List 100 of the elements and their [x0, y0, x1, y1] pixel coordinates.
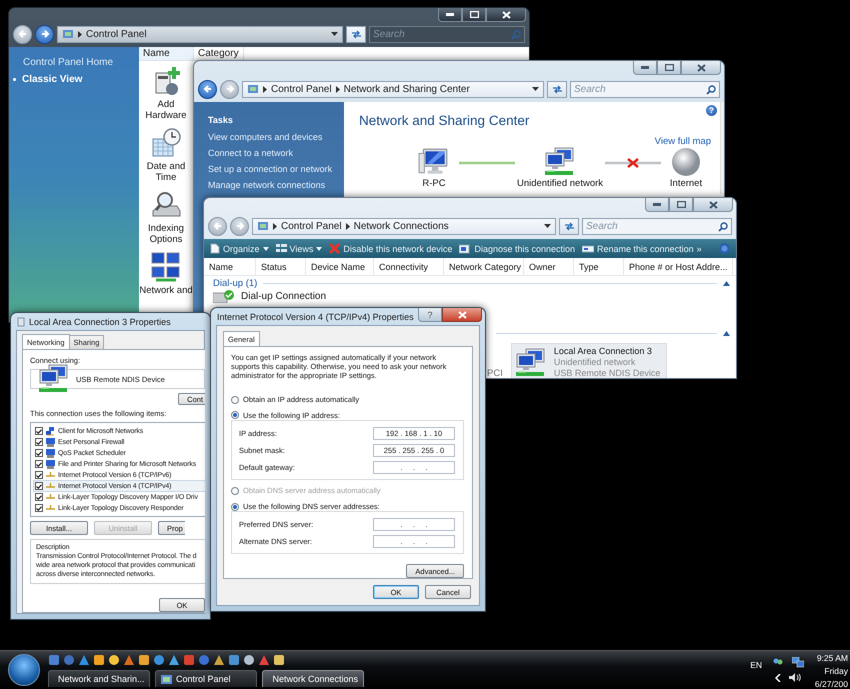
column-header[interactable]: Type: [574, 258, 624, 275]
breadcrumb[interactable]: Control Panel: [271, 84, 332, 94]
refresh-icon: [564, 222, 574, 230]
task-link[interactable]: Manage network connections: [208, 180, 326, 190]
clock[interactable]: 9:25 AM Friday 6/27/200: [814, 651, 848, 689]
help-button[interactable]: ?: [418, 308, 442, 322]
speaker-icon[interactable]: [789, 673, 801, 682]
column-header[interactable]: Device Name: [306, 258, 374, 275]
column-header[interactable]: Name: [204, 258, 256, 275]
column-header[interactable]: Name: [139, 47, 194, 60]
modem-check-icon: [213, 289, 237, 303]
minimize-button[interactable]: [438, 8, 462, 22]
taskbar-button[interactable]: Control Panel: [155, 670, 257, 687]
item-label[interactable]: Date and Time: [139, 161, 193, 183]
minimize-icon: [641, 66, 649, 69]
search-field[interactable]: Search: [570, 80, 720, 98]
column-header[interactable]: Phone # or Host Addre...: [624, 258, 733, 275]
chevron-left-icon[interactable]: [775, 674, 781, 682]
app-icon[interactable]: [48, 654, 60, 666]
view-full-map-link[interactable]: View full map: [654, 136, 711, 147]
collapse-arrow-icon[interactable]: [723, 330, 730, 336]
app-icon[interactable]: [108, 654, 120, 666]
app-icon[interactable]: [153, 654, 165, 666]
checkbox[interactable]: [35, 493, 43, 501]
maximize-button[interactable]: [669, 198, 693, 212]
breadcrumb[interactable]: Control Panel: [281, 220, 342, 232]
search-field[interactable]: Search: [369, 26, 525, 42]
refresh-button[interactable]: [346, 26, 366, 42]
start-button[interactable]: [8, 654, 40, 686]
close-button[interactable]: [442, 308, 482, 322]
column-header[interactable]: Owner: [524, 258, 574, 275]
close-button[interactable]: [681, 61, 721, 75]
toolbar-button[interactable]: Views: [276, 244, 322, 254]
task-link[interactable]: Connect to a network: [208, 148, 294, 158]
sidebar-link[interactable]: Control Panel Home: [23, 57, 139, 68]
app-icon[interactable]: [93, 654, 105, 666]
sidebar-link[interactable]: Classic View: [13, 74, 139, 85]
checkbox[interactable]: [35, 460, 43, 468]
search-field[interactable]: Search: [582, 218, 732, 234]
checkbox[interactable]: [35, 438, 43, 446]
breadcrumb-arrow-icon: [346, 222, 350, 230]
checkbox[interactable]: [35, 504, 43, 512]
dropdown-arrow-icon[interactable]: [532, 87, 539, 91]
breadcrumb[interactable]: Network and Sharing Center: [344, 84, 470, 94]
dropdown-arrow-icon[interactable]: [544, 224, 551, 228]
app-icon[interactable]: [243, 654, 255, 666]
toolbar-button[interactable]: Disable this network device: [329, 243, 452, 254]
minimize-button[interactable]: [645, 198, 669, 212]
app-icon[interactable]: [228, 654, 240, 666]
breadcrumb[interactable]: Network Connections: [354, 220, 449, 232]
column-header[interactable]: Connectivity: [374, 258, 444, 275]
back-button[interactable]: [13, 24, 32, 44]
address-bar[interactable]: Control Panel: [57, 26, 343, 42]
item-label[interactable]: Network and: [139, 285, 193, 296]
maximize-button[interactable]: [462, 8, 486, 22]
back-button[interactable]: [198, 80, 217, 98]
close-button[interactable]: [486, 8, 526, 22]
checkbox[interactable]: [35, 427, 43, 435]
map-node-label: Internet: [670, 178, 702, 189]
toolbar-button[interactable]: Rename this connection: [582, 244, 694, 254]
item-label[interactable]: Indexing Options: [139, 223, 193, 245]
network-adapter-icon: [17, 316, 25, 326]
address-bar[interactable]: Control Panel Network Connections: [252, 218, 556, 234]
app-icon[interactable]: [123, 654, 135, 666]
connection-tile[interactable]: Local Area Connection 3 Unidentified network USB Remote NDIS Device: [510, 343, 668, 378]
taskbar-button[interactable]: Network Connections: [262, 670, 364, 687]
search-icon: [706, 84, 716, 94]
language-indicator[interactable]: EN: [750, 651, 762, 689]
app-icon[interactable]: [138, 654, 150, 666]
connection-name[interactable]: Dial-up Connection: [241, 290, 326, 302]
address-bar[interactable]: Control Panel Network and Sharing Center: [242, 80, 544, 98]
app-icon[interactable]: [273, 654, 285, 666]
taskbar-button[interactable]: Network and Sharin...: [48, 670, 150, 687]
app-icon[interactable]: [168, 654, 180, 666]
task-link[interactable]: Set up a connection or network: [208, 164, 332, 174]
checkbox[interactable]: [35, 482, 43, 490]
forward-button[interactable]: [35, 24, 54, 44]
item-label[interactable]: Add Hardware: [139, 99, 193, 121]
refresh-button[interactable]: [559, 218, 579, 234]
page-icon: [210, 243, 220, 254]
toolbar-button[interactable]: »: [696, 244, 702, 254]
column-header[interactable]: Status: [256, 258, 306, 275]
toolbar-button[interactable]: Organize: [210, 243, 269, 254]
maximize-button[interactable]: [657, 61, 681, 75]
breadcrumb[interactable]: Control Panel: [86, 28, 147, 40]
task-link[interactable]: View computers and devices: [208, 132, 322, 142]
checkbox[interactable]: [35, 471, 43, 479]
app-icon[interactable]: [213, 654, 225, 666]
dropdown-arrow-icon[interactable]: [331, 32, 338, 36]
people-icon[interactable]: [772, 658, 784, 668]
minimize-button[interactable]: [633, 61, 657, 75]
checkbox[interactable]: [35, 449, 43, 457]
collapse-arrow-icon[interactable]: [723, 281, 730, 286]
close-button[interactable]: [693, 198, 733, 212]
toolbar-button[interactable]: Diagnose this connection: [459, 244, 576, 254]
refresh-button[interactable]: [547, 80, 567, 98]
globe-icon: [671, 147, 701, 177]
app-icon[interactable]: [78, 654, 90, 666]
column-header[interactable]: Network Category: [444, 258, 524, 275]
group-header[interactable]: Dial-up (1): [213, 278, 258, 289]
